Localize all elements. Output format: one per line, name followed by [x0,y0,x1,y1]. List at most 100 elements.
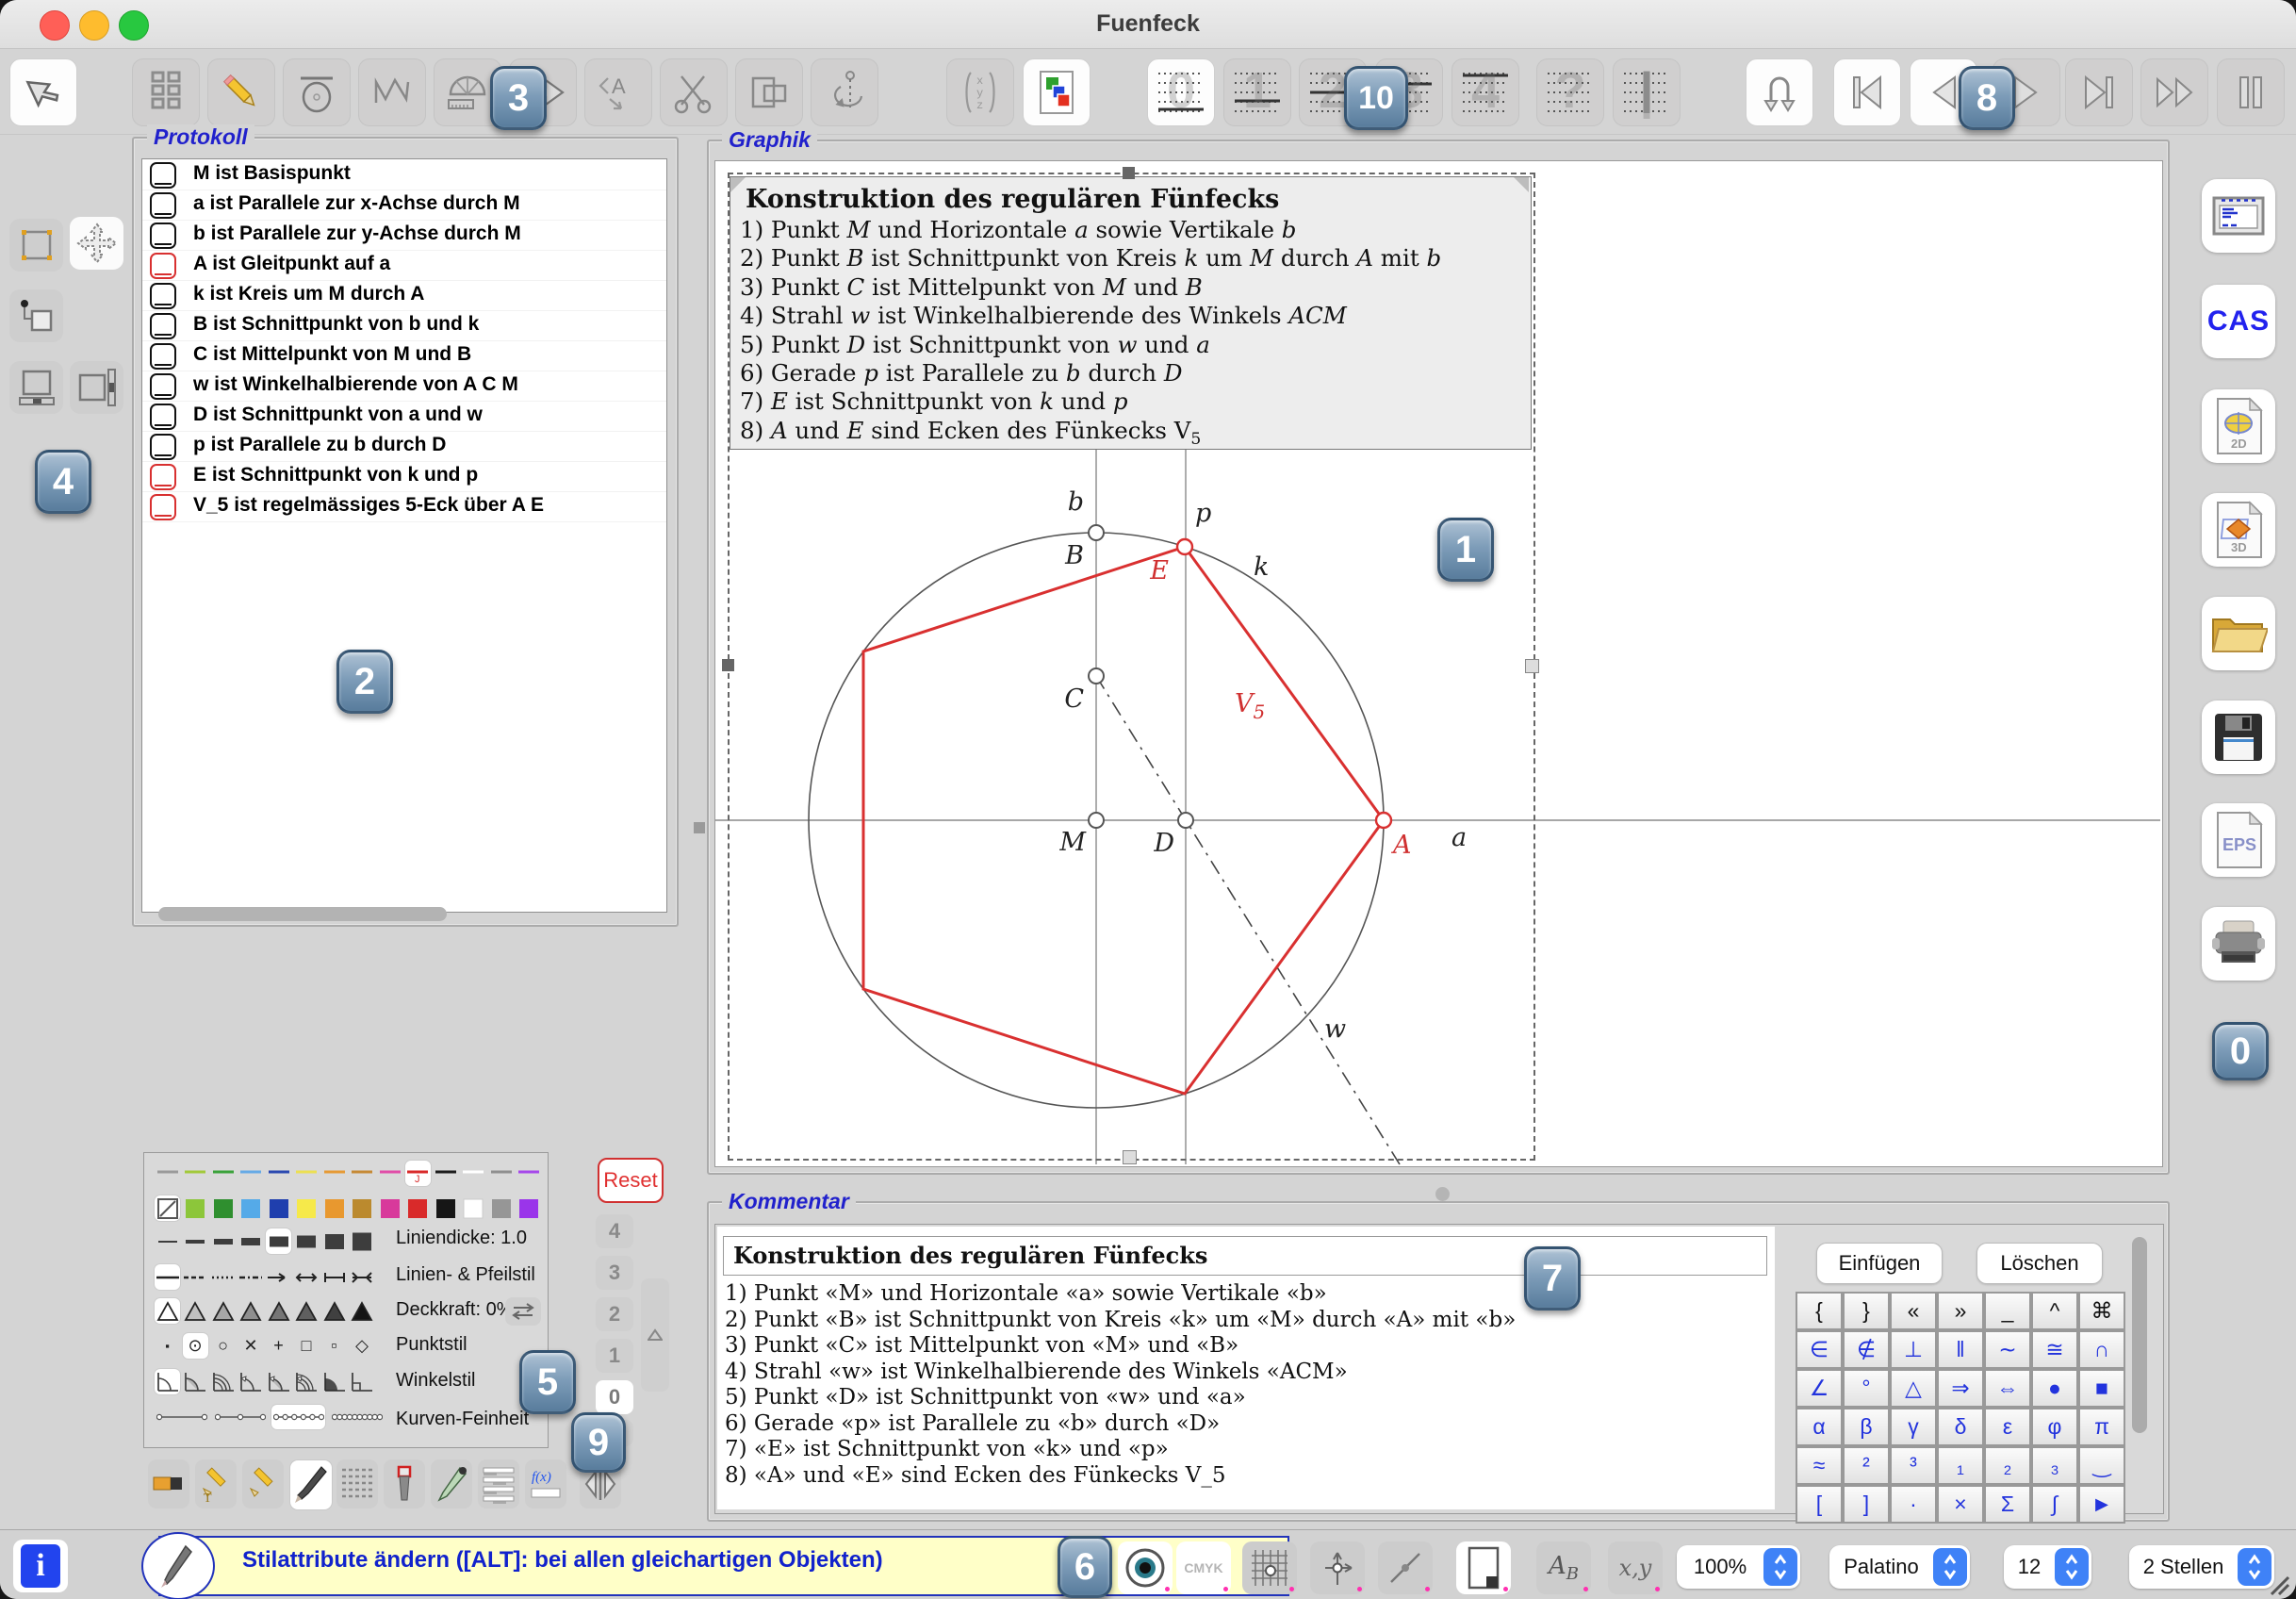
visibility-checkbox[interactable] [150,223,176,249]
window-settings-button[interactable] [2202,179,2275,253]
style-swatch[interactable] [183,1298,208,1324]
style-swatch[interactable] [461,1195,486,1221]
curve-fineness-option[interactable] [155,1405,208,1429]
stepper-icon[interactable] [2055,1548,2089,1586]
select-mode-button[interactable] [9,219,63,272]
hide-level-0[interactable]: 0 [596,1380,633,1414]
coords-button[interactable]: x,y [1608,1541,1663,1594]
curve-fineness-option[interactable] [271,1405,325,1429]
insert-button[interactable]: Einfügen [1816,1243,1943,1284]
protokoll-row[interactable]: B ist Schnittpunkt von b und k [142,310,666,341]
style-swatch[interactable] [210,1369,236,1394]
char-button[interactable]: ∩ [2078,1330,2125,1369]
export-2d-button[interactable]: 2D [2202,389,2275,463]
char-button[interactable]: · [1890,1485,1937,1524]
style-swatch[interactable] [238,1298,264,1324]
char-button[interactable]: ‖ [1937,1330,1984,1369]
char-button[interactable]: Σ [1984,1485,2031,1524]
char-button[interactable]: β [1843,1408,1890,1446]
text-pencil-tool-button[interactable]: T [195,1459,237,1508]
animate-tool-button[interactable] [811,58,878,126]
splitter-bottom-handle[interactable] [1435,1187,1450,1201]
style-swatch[interactable] [461,1161,486,1186]
char-button[interactable]: δ [1937,1408,1984,1446]
protokoll-row[interactable]: A ist Gleitpunkt auf a [142,250,666,281]
style-swatch[interactable] [183,1264,208,1290]
style-swatch[interactable] [183,1228,208,1254]
reset-style-button[interactable]: Reset [598,1158,664,1203]
eraser-tool-button[interactable] [148,1459,189,1508]
save-file-button[interactable] [2202,701,2275,774]
style-swatch[interactable] [155,1195,180,1221]
curve-fineness-option[interactable] [213,1405,267,1429]
style-swatch[interactable] [238,1161,264,1186]
style-swatch[interactable] [350,1264,375,1290]
style-swatch[interactable] [210,1264,236,1290]
style-swatch[interactable] [266,1161,291,1186]
char-button[interactable]: ≈ [1796,1446,1843,1485]
style-swatch[interactable] [294,1228,320,1254]
style-swatch[interactable] [350,1369,375,1394]
style-swatch[interactable] [350,1195,375,1221]
style-swatch[interactable] [321,1195,347,1221]
hide-level-1[interactable]: 1 [596,1339,633,1373]
label-style-button[interactable]: AB [1536,1541,1591,1594]
char-button[interactable]: _ [1984,1292,2031,1330]
char-button[interactable]: × [1937,1485,1984,1524]
char-button[interactable]: ⇒ [1937,1369,1984,1408]
char-button[interactable]: ■ [2078,1369,2125,1408]
pointer-tool-button[interactable] [9,58,77,126]
char-button[interactable]: ₁ [1937,1446,1984,1485]
style-swatch[interactable] [350,1298,375,1324]
visibility-checkbox[interactable] [150,162,176,189]
visibility-level-|[interactable]: | [1613,58,1681,126]
style-swatch[interactable] [238,1195,264,1221]
style-swatch[interactable] [488,1195,514,1221]
point-grid-tool-button[interactable] [132,58,200,126]
visibility-level-1[interactable]: 1 [1223,58,1291,126]
curve-fineness-option[interactable] [330,1405,384,1429]
hide-level-4[interactable]: 4 [596,1214,633,1248]
rename-tool-button[interactable]: A [584,58,652,126]
style-swatch[interactable] [155,1228,180,1254]
info-button[interactable]: i [13,1540,68,1592]
char-button[interactable]: ε [1984,1408,2031,1446]
visibility-checkbox[interactable] [150,313,176,339]
char-button[interactable]: ² [1843,1446,1890,1485]
char-button[interactable]: ∼ [1984,1330,2031,1369]
hide-level-3[interactable]: 3 [596,1256,633,1290]
circle-tool-button[interactable] [283,58,351,126]
style-swatch[interactable]: ⊙ [183,1333,208,1359]
style-swatch[interactable] [321,1228,347,1254]
style-swatch[interactable]: ✕ [238,1333,264,1359]
style-swatch[interactable] [488,1161,514,1186]
style-swatch[interactable] [155,1369,180,1394]
visibility-checkbox[interactable] [150,343,176,370]
char-button[interactable]: φ [2031,1408,2078,1446]
digits-select[interactable]: 2 Stellen [2129,1545,2274,1589]
resize-grip[interactable] [2266,1575,2290,1596]
visibility-checkbox[interactable] [150,283,176,309]
protokoll-row[interactable]: a ist Parallele zur x-Achse durch M [142,190,666,221]
style-swatch[interactable] [350,1161,375,1186]
pipette-tool-button[interactable] [431,1459,472,1508]
char-button[interactable]: { [1796,1292,1843,1330]
char-button[interactable]: △ [1890,1369,1937,1408]
hidden-grid-tool-button[interactable] [336,1459,378,1508]
kommentar-text-area[interactable]: Konstruktion des regulären Fünfecks 1) P… [717,1227,1775,1509]
visibility-checkbox[interactable] [150,192,176,219]
char-button[interactable]: ● [2031,1369,2078,1408]
protokoll-row[interactable]: V_5 ist regelmässiges 5-Eck über A E [142,491,666,522]
style-swatch[interactable] [377,1195,402,1221]
visibility-checkbox[interactable] [150,404,176,430]
style-swatch[interactable]: J [405,1161,431,1186]
char-grid-scrollbar[interactable] [2132,1237,2147,1433]
replay-first-button[interactable] [1833,58,1901,126]
char-button[interactable]: } [1843,1292,1890,1330]
char-button[interactable]: » [1937,1292,1984,1330]
char-button[interactable]: γ [1890,1408,1937,1446]
undo-button[interactable] [1746,58,1813,126]
style-swatch[interactable] [294,1298,320,1324]
style-swatch[interactable] [294,1264,320,1290]
style-swatch[interactable] [266,1369,291,1394]
